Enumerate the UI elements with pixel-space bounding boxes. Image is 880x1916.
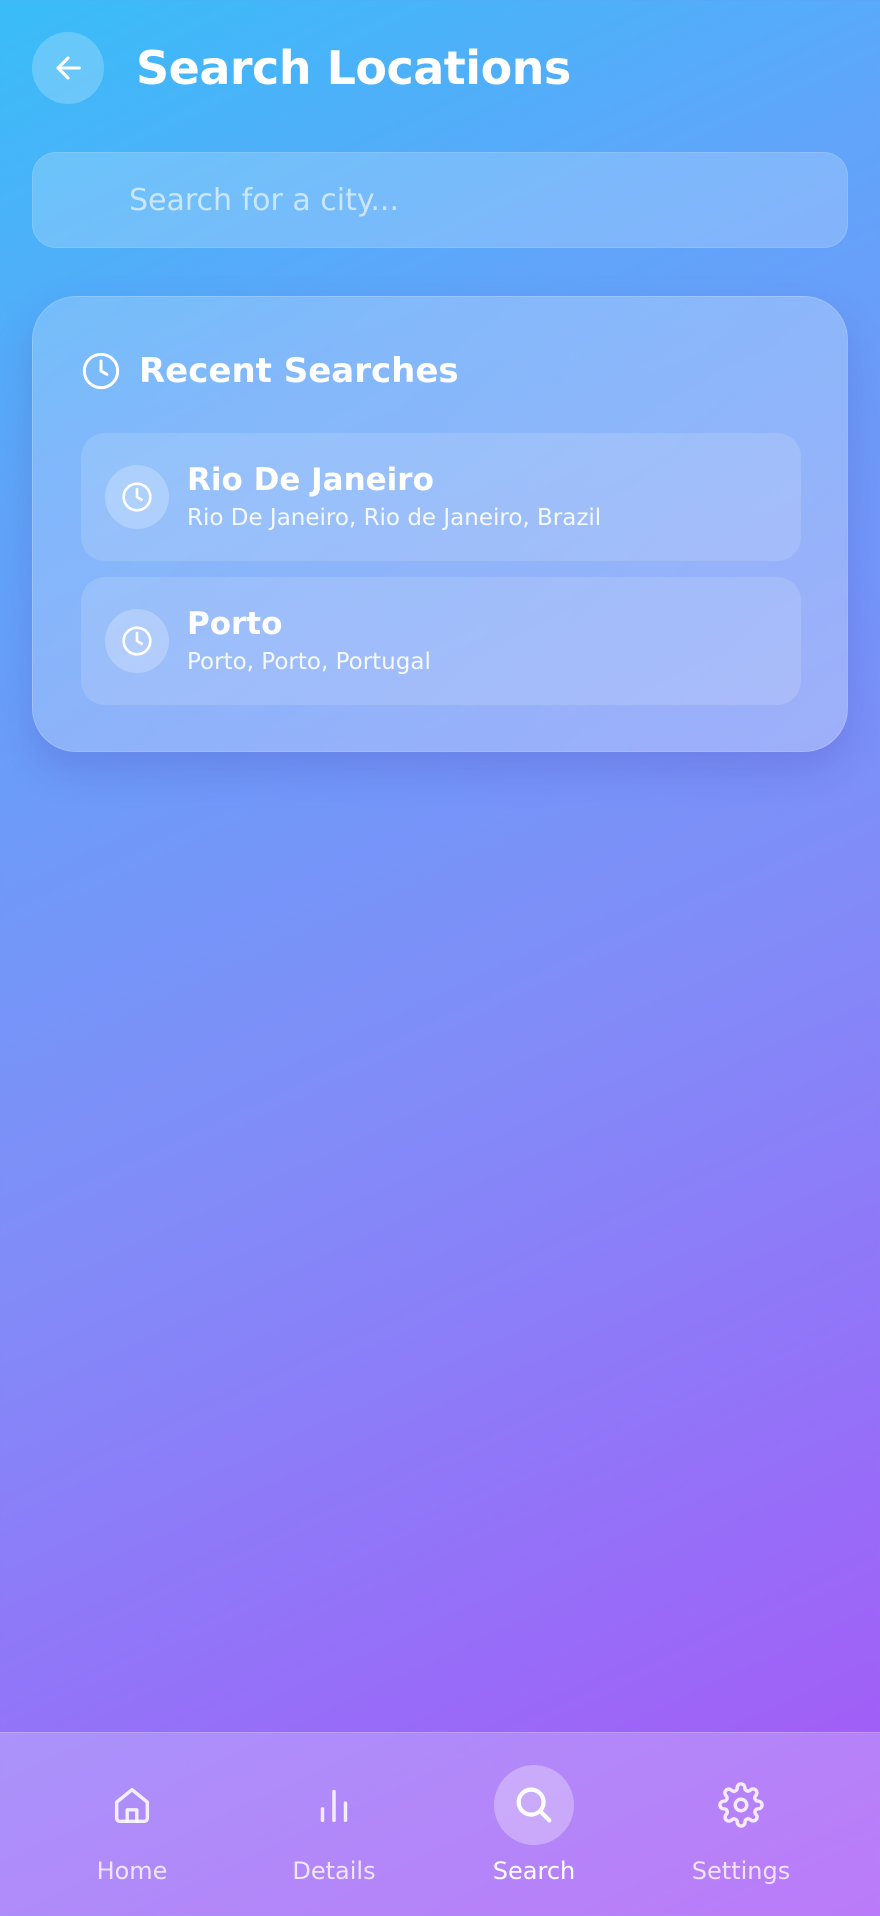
nav-label-search: Search <box>492 1857 576 1885</box>
nav-icon-container <box>701 1765 781 1845</box>
home-icon <box>114 1787 150 1824</box>
back-button[interactable] <box>32 32 104 104</box>
nav-icon-container <box>294 1765 374 1845</box>
clock-icon <box>82 352 120 390</box>
recent-item-icon-container <box>105 465 169 529</box>
bottom-navigation: Home Details Search Settings <box>0 1732 880 1916</box>
search-icon <box>516 1787 552 1823</box>
clock-icon <box>122 626 152 656</box>
nav-item-search[interactable]: Search <box>444 1733 624 1916</box>
recent-item-icon-container <box>105 609 169 673</box>
nav-item-home[interactable]: Home <box>42 1733 222 1916</box>
recent-search-item[interactable]: Porto Porto, Porto, Portugal <box>81 577 801 705</box>
recent-searches-title: Recent Searches <box>139 351 459 391</box>
nav-label-home: Home <box>96 1857 168 1885</box>
nav-icon-container <box>92 1765 172 1845</box>
nav-item-settings[interactable]: Settings <box>651 1733 831 1916</box>
nav-label-settings: Settings <box>691 1857 791 1885</box>
gear-icon <box>718 1782 764 1828</box>
header: Search Locations <box>32 32 571 104</box>
recent-search-item[interactable]: Rio De Janeiro Rio De Janeiro, Rio de Ja… <box>81 433 801 561</box>
nav-label-details: Details <box>292 1857 376 1885</box>
clock-icon <box>122 482 152 512</box>
recent-item-detail: Porto, Porto, Portugal <box>187 649 431 675</box>
arrow-left-icon <box>56 56 81 80</box>
recent-item-detail: Rio De Janeiro, Rio de Janeiro, Brazil <box>187 505 602 531</box>
nav-item-details[interactable]: Details <box>244 1733 424 1916</box>
page-title: Search Locations <box>136 41 571 95</box>
bar-chart-icon <box>320 1789 348 1823</box>
search-input[interactable] <box>129 182 809 218</box>
recent-item-name: Rio De Janeiro <box>187 462 434 498</box>
recent-item-name: Porto <box>187 606 283 642</box>
search-bar[interactable] <box>32 152 848 248</box>
recent-searches-header: Recent Searches <box>81 351 459 391</box>
recent-searches-card: Recent Searches Rio De Janeiro Rio De Ja… <box>32 296 848 752</box>
nav-icon-container-active <box>494 1765 574 1845</box>
